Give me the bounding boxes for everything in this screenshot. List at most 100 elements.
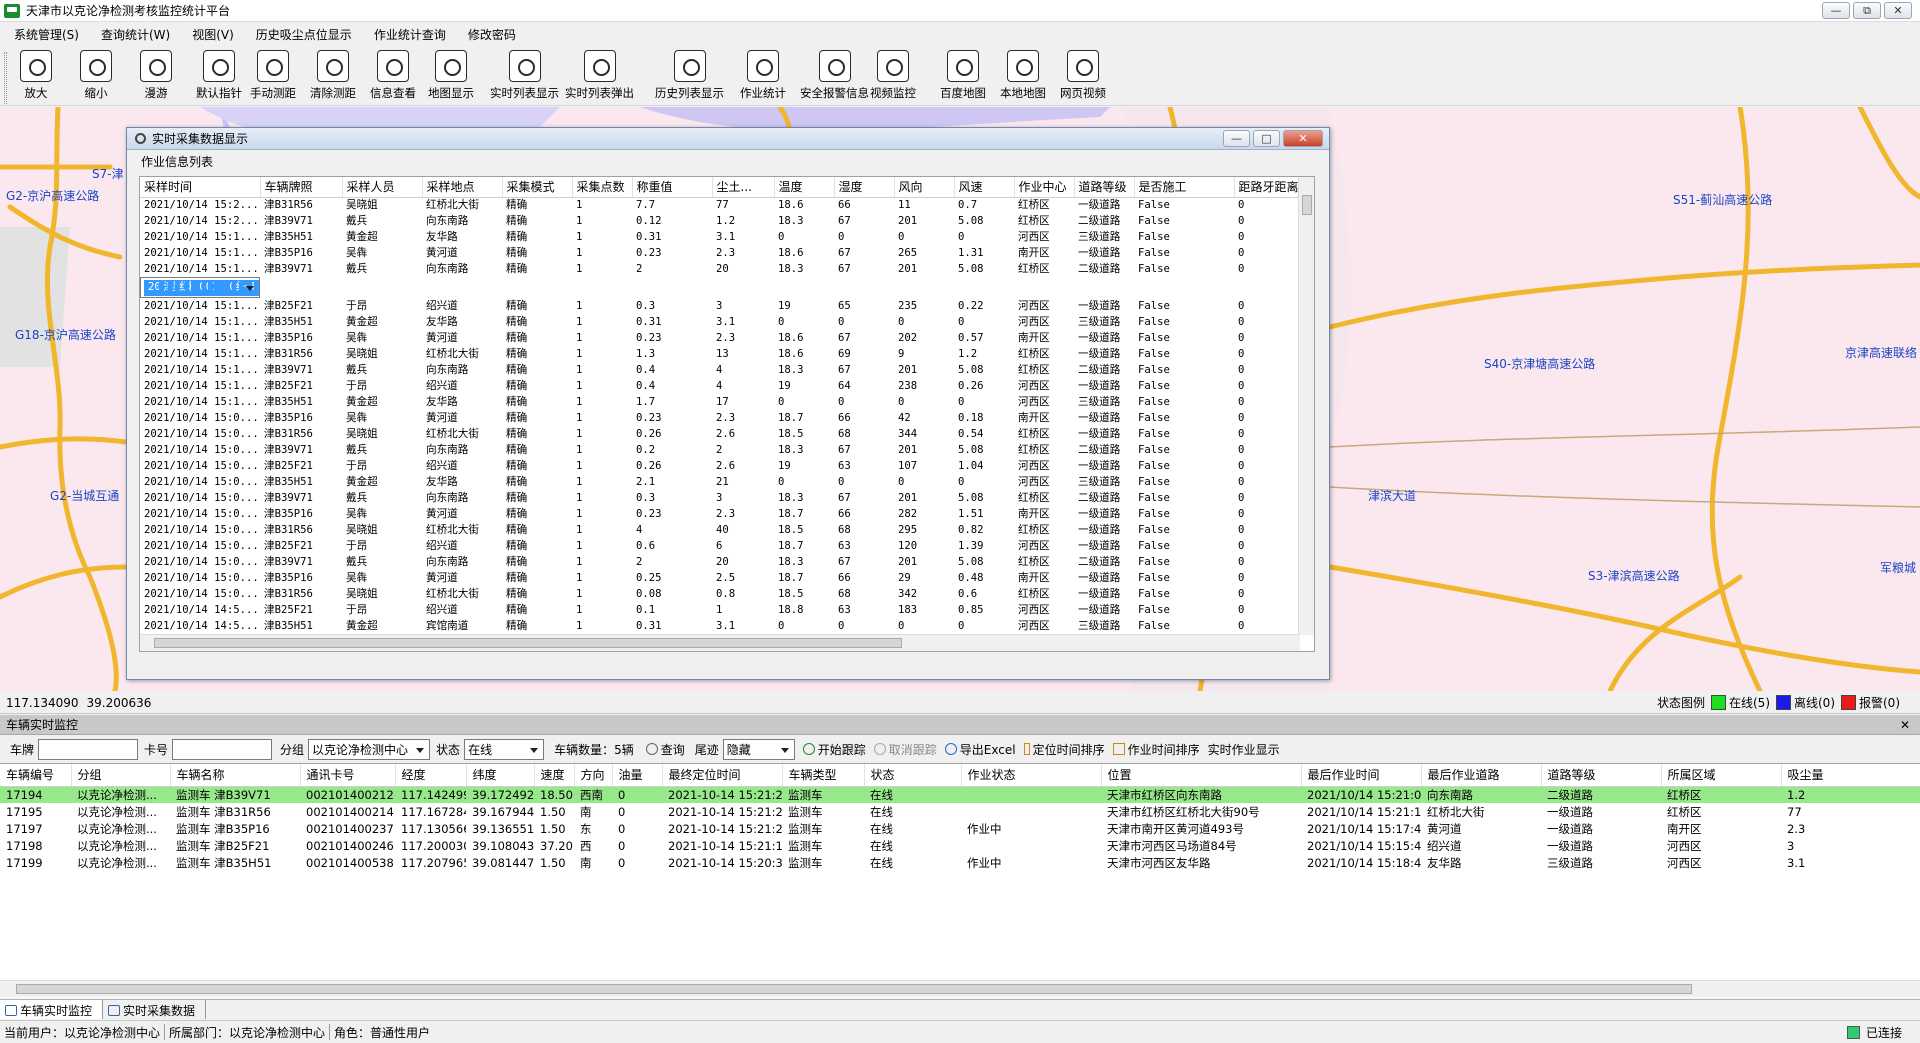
table-row[interactable]: 2021/10/14 14:5... 津B25F21 于昂 绍兴道 精确 1 0.1 1 18.…: [140, 602, 1300, 618]
toolbar-video-button[interactable]: 视频监控: [870, 50, 916, 101]
table-row[interactable]: 17197 以克论净检测... 监测车 津B35P16 002101400237 117…: [0, 820, 1920, 837]
column-header[interactable]: 最终定位时间: [662, 764, 783, 787]
table-row[interactable]: 2021/10/14 15:1... 津B35H51 黄金超 友华路 精确 1 0.31 3.…: [140, 314, 1300, 330]
restore-button[interactable]: ⧉: [1853, 2, 1881, 19]
column-header[interactable]: 油量: [612, 764, 663, 787]
toolbar-grip[interactable]: [4, 52, 7, 104]
table-row[interactable]: 2021/10/14 15:0... 津B31R56 吴晓姐 红桥北大街 精确 1 0.08…: [140, 586, 1300, 602]
column-header[interactable]: 风向: [894, 177, 955, 198]
export-excel-button[interactable]: 导出Excel: [944, 741, 1016, 758]
menu-system[interactable]: 系统管理(S): [0, 26, 87, 43]
toolbar-info-button[interactable]: 信息查看: [370, 50, 416, 101]
toolbar-realtime-popup-button[interactable]: 实时列表弹出: [565, 50, 634, 101]
table-row[interactable]: 2021/10/14 15:1... 津B35P16 吴犇 黄河道 精确 1 0.23 2.3…: [140, 245, 1300, 261]
table-row[interactable]: 2021/10/14 15:2... 津B39V71 戴兵 向东南路 精确 1 0.12 1.…: [140, 213, 1300, 229]
panel-close-icon[interactable]: ✕: [1900, 718, 1910, 732]
toolbar-pointer-button[interactable]: 默认指针: [196, 50, 242, 101]
table-row[interactable]: 17198 以克论净检测... 监测车 津B25F21 002101400246 117…: [0, 837, 1920, 854]
column-header[interactable]: 分组: [71, 764, 171, 787]
toolbar-clear-measure-button[interactable]: 清除测距: [310, 50, 356, 101]
column-header[interactable]: 车辆名称: [170, 764, 301, 787]
menu-view[interactable]: 视图(V): [178, 26, 242, 43]
table-row[interactable]: 17199 以克论净检测... 监测车 津B35H51 002101400538 117…: [0, 854, 1920, 871]
vertical-scrollbar[interactable]: [1298, 177, 1314, 635]
table-row[interactable]: 17194 以克论净检测... 监测车 津B39V71 002101400212 117…: [0, 786, 1920, 803]
column-header[interactable]: 吸尘量: [1781, 764, 1920, 787]
column-header[interactable]: 是否施工: [1134, 177, 1235, 198]
column-header[interactable]: 作业状态: [961, 764, 1102, 787]
column-header[interactable]: 方向: [574, 764, 613, 787]
table-row[interactable]: 2021/10/14 15:1...津B31R56吴晓姐红桥北大街精确10.05…: [140, 277, 260, 298]
sort-locate-time-button[interactable]: 定位时间排序: [1023, 741, 1105, 758]
toolbar-baidu-map-button[interactable]: 百度地图: [940, 50, 986, 101]
column-header[interactable]: 温度: [774, 177, 835, 198]
collection-data-grid[interactable]: 采样时间 车辆牌照 采样人员 采样地点 采集模式 采集点数 称重值 尘土... 温度 湿度 风向 风速…: [139, 176, 1315, 652]
column-header[interactable]: 称重值: [632, 177, 713, 198]
table-row[interactable]: 17195 以克论净检测... 监测车 津B31R56 002101400214 117…: [0, 803, 1920, 820]
table-row[interactable]: 2021/10/14 15:0... 津B35P16 吴犇 黄河道 精确 1 0.23 2.3…: [140, 410, 1300, 426]
sort-work-time-button[interactable]: 作业时间排序: [1112, 741, 1200, 758]
toolbar-realtime-list-button[interactable]: 实时列表显示: [490, 50, 559, 101]
popup-minimize-button[interactable]: —: [1223, 130, 1250, 147]
table-row[interactable]: 2021/10/14 15:1... 津B25F21 于昂 绍兴道 精确 1 0.3 3 19 6…: [140, 298, 1300, 314]
menu-query[interactable]: 查询统计(W): [87, 26, 178, 43]
status-select[interactable]: 在线: [464, 738, 545, 760]
scroll-thumb[interactable]: [16, 984, 1692, 994]
start-track-button[interactable]: 开始跟踪: [802, 741, 866, 758]
toolbar-web-video-button[interactable]: 网页视频: [1060, 50, 1106, 101]
toolbar-alarm-button[interactable]: 安全报警信息: [800, 50, 869, 101]
column-header[interactable]: 作业中心: [1014, 177, 1075, 198]
column-header[interactable]: 道路等级: [1541, 764, 1662, 787]
column-header[interactable]: 距路牙距离: [1234, 177, 1301, 198]
scroll-thumb[interactable]: [154, 638, 902, 648]
column-header[interactable]: 采集点数: [572, 177, 633, 198]
cancel-track-button[interactable]: 取消跟踪: [873, 741, 937, 758]
table-row[interactable]: 2021/10/14 15:1... 津B35H51 黄金超 友华路 精确 1 0.31 3.…: [140, 229, 1300, 245]
column-header[interactable]: 尘土...: [712, 177, 775, 198]
table-row[interactable]: 2021/10/14 15:0... 津B25F21 于昂 绍兴道 精确 1 0.26 2.6…: [140, 458, 1300, 474]
column-header[interactable]: 湿度: [834, 177, 895, 198]
card-input[interactable]: [172, 738, 273, 760]
menu-history-points[interactable]: 历史吸尘点位显示: [242, 26, 360, 43]
column-header[interactable]: 采样时间: [140, 177, 261, 198]
popup-title-bar[interactable]: 实时采集数据显示 — □ ✕: [127, 128, 1329, 150]
column-header[interactable]: 道路等级: [1074, 177, 1135, 198]
toolbar-ruler-button[interactable]: 手动测距: [250, 50, 296, 101]
column-header[interactable]: 经度: [395, 764, 467, 787]
menu-change-password[interactable]: 修改密码: [454, 26, 524, 43]
table-row[interactable]: 2021/10/14 15:0... 津B31R56 吴晓姐 红桥北大街 精确 1 4 40 1…: [140, 522, 1300, 538]
column-header[interactable]: 采样地点: [422, 177, 503, 198]
horizontal-scrollbar[interactable]: [140, 634, 1300, 651]
group-select[interactable]: 以克论净检测中心: [308, 738, 431, 760]
table-row[interactable]: 2021/10/14 15:0... 津B31R56 吴晓姐 红桥北大街 精确 1 0.26…: [140, 426, 1300, 442]
minimize-button[interactable]: —: [1822, 2, 1850, 19]
toolbar-local-map-button[interactable]: 本地地图: [1000, 50, 1046, 101]
column-header[interactable]: 所属区域: [1661, 764, 1782, 787]
column-header[interactable]: 最后作业道路: [1421, 764, 1542, 787]
realtime-work-button[interactable]: 实时作业显示: [1208, 741, 1280, 758]
close-button[interactable]: ✕: [1884, 2, 1912, 19]
column-header[interactable]: 纬度: [466, 764, 535, 787]
column-header[interactable]: 采集模式: [502, 177, 573, 198]
toolbar-roam-button[interactable]: 漫游: [140, 50, 172, 101]
toolbar-zoom-in-button[interactable]: 放大: [20, 50, 52, 101]
table-row[interactable]: 2021/10/14 15:0... 津B35P16 吴犇 黄河道 精确 1 0.25 2.5…: [140, 570, 1300, 586]
tab-vehicle-monitor[interactable]: 车辆实时监控: [0, 1000, 104, 1019]
popup-close-button[interactable]: ✕: [1283, 130, 1323, 147]
vehicle-grid[interactable]: 车辆编号 分组 车辆名称 通讯卡号 经度 纬度 速度 方向 油量 最终定位时间 车辆类型 状态 作业状态…: [0, 763, 1920, 998]
vehicle-grid-horizontal-scrollbar[interactable]: [0, 980, 1920, 997]
column-header[interactable]: 车辆编号: [0, 764, 72, 787]
toolbar-chart-button[interactable]: 作业统计: [740, 50, 786, 101]
scroll-thumb[interactable]: [1302, 195, 1312, 215]
toolbar-zoom-out-button[interactable]: 缩小: [80, 50, 112, 101]
toolbar-map-display-button[interactable]: 地图显示: [428, 50, 474, 101]
table-row[interactable]: 2021/10/14 15:1... 津B25F21 于昂 绍兴道 精确 1 0.4 4 19 6…: [140, 378, 1300, 394]
table-row[interactable]: 2021/10/14 15:1... 津B39V71 戴兵 向东南路 精确 1 0.4 4 18…: [140, 362, 1300, 378]
column-header[interactable]: 速度: [534, 764, 575, 787]
table-row[interactable]: 2021/10/14 15:1... 津B35P16 吴犇 黄河道 精确 1 0.23 2.3…: [140, 330, 1300, 346]
popup-maximize-button[interactable]: □: [1253, 130, 1280, 147]
table-row[interactable]: 2021/10/14 15:1... 津B39V71 戴兵 向东南路 精确 1 2 20 18.…: [140, 261, 1300, 277]
table-row[interactable]: 2021/10/14 15:0... 津B35P16 吴犇 黄河道 精确 1 0.23 2.3…: [140, 506, 1300, 522]
column-header[interactable]: 车辆牌照: [260, 177, 343, 198]
table-row[interactable]: 2021/10/14 15:0... 津B39V71 戴兵 向东南路 精确 1 2 20 18.…: [140, 554, 1300, 570]
